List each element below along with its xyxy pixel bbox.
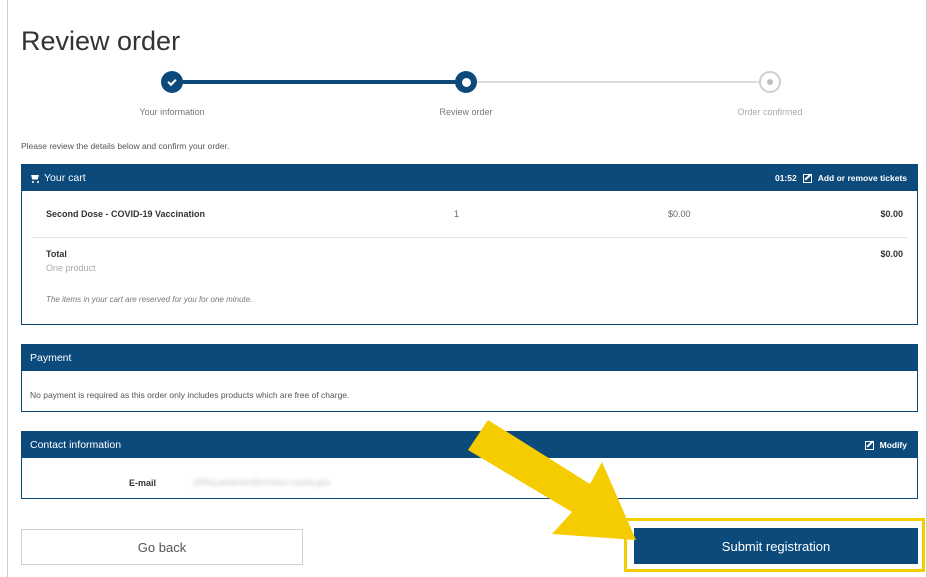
email-label: E-mail [129, 478, 157, 488]
page-title: Review order [21, 26, 181, 56]
cart-title: Your cart [44, 172, 86, 184]
modify-contact-link[interactable]: Modify [880, 440, 907, 450]
yellow-arrow-icon [468, 420, 636, 540]
intro-text: Please review the details below and conf… [21, 141, 230, 151]
submit-registration-button[interactable]: Submit registration [634, 528, 918, 564]
cart-row-divider [32, 237, 907, 238]
step-order-confirmed-dot [759, 71, 781, 93]
total-value: $0.00 [880, 249, 903, 259]
step-your-information-dot [161, 71, 183, 93]
step-review-order-dot [455, 71, 477, 93]
payment-panel-header: Payment [22, 345, 917, 371]
step-label-review-order: Review order [439, 107, 493, 117]
total-label: Total [46, 249, 67, 259]
check-icon [167, 76, 177, 86]
cart-item-price: $0.00 [668, 209, 691, 219]
go-back-button[interactable]: Go back [21, 529, 303, 565]
cart-panel: Your cart 01:52 Add or remove tickets Se… [21, 164, 918, 325]
payment-title: Payment [30, 352, 72, 364]
shopping-cart-icon [30, 174, 41, 183]
cart-item-row: Second Dose - COVID-19 Vaccination 1 $0.… [22, 209, 917, 237]
step-label-order-confirmed: Order confirmed [737, 107, 803, 117]
cart-header-actions: 01:52 Add or remove tickets [775, 165, 907, 191]
email-value: jeffrey.peterson@mclean.county.gov [194, 477, 331, 487]
step-label-your-information: Your information [139, 107, 205, 117]
contact-header-actions: Modify [864, 432, 907, 458]
pending-step-icon [767, 79, 773, 85]
cart-reserve-note: The items in your cart are reserved for … [46, 295, 253, 304]
add-remove-tickets-link[interactable]: Add or remove tickets [818, 173, 907, 183]
current-step-icon [461, 77, 471, 87]
stepper-line-pending [470, 81, 770, 83]
payment-text: No payment is required as this order onl… [30, 390, 350, 400]
cart-timer: 01:52 [774, 173, 797, 183]
cart-panel-header: Your cart 01:52 Add or remove tickets [22, 165, 917, 191]
cart-item-name: Second Dose - COVID-19 Vaccination [46, 209, 206, 219]
edit-icon[interactable] [802, 173, 812, 183]
contact-title: Contact information [30, 439, 122, 451]
edit-icon[interactable] [864, 440, 874, 450]
payment-panel: Payment No payment is required as this o… [21, 344, 918, 412]
cart-item-quantity: 1 [454, 209, 460, 219]
total-subtext: One product [46, 263, 96, 273]
progress-stepper: Your information Review order Order conf… [0, 62, 927, 122]
cart-item-subtotal: $0.00 [880, 209, 903, 219]
stepper-line-completed [172, 80, 466, 84]
